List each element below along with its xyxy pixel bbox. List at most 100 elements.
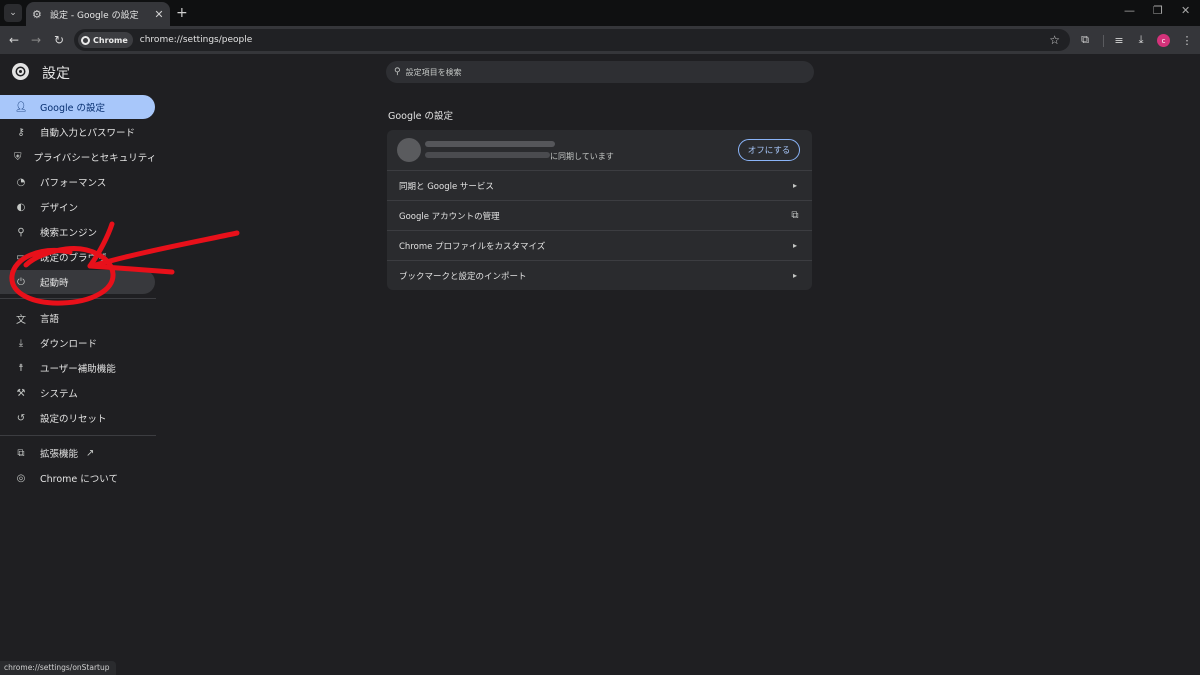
row-manage-account[interactable]: Google アカウントの管理 ⧉ [387,200,812,230]
row-customize-profile[interactable]: Chrome プロファイルをカスタマイズ ▸ [387,230,812,260]
sidebar-item-label: 設定のリセット [40,414,107,425]
palette-icon: ◐ [16,201,26,213]
status-bar-url: chrome://settings/onStartup [0,661,116,675]
minimize-button[interactable]: — [1124,4,1135,17]
plus-icon: + [176,5,188,21]
sidebar-item-languages[interactable]: 文 言語 [0,306,155,330]
search-input[interactable] [405,67,786,77]
sidebar-item-default-browser[interactable]: ▭ 既定のブラウザ [0,245,155,269]
downloads-button[interactable]: ⤓ [1132,31,1150,49]
playlist-icon: ≡ [1114,33,1124,47]
sidebar-divider [0,435,156,436]
chevron-right-icon: ▸ [792,271,797,280]
arrow-left-icon: ← [8,33,20,47]
account-avatar [397,138,421,162]
close-icon[interactable]: ✕ [152,8,166,21]
site-info-chip[interactable]: Chrome [78,32,133,48]
menu-button[interactable]: ⋮ [1178,31,1196,49]
settings-search: ⚲ [386,61,814,83]
star-icon[interactable]: ☆ [1049,33,1060,47]
more-vert-icon: ⋮ [1181,33,1193,47]
person-icon: 👤︎ [14,101,28,113]
sidebar-item-label: ユーザー補助機能 [40,364,116,375]
download-icon: ⤓ [1138,33,1144,46]
sidebar-item-label: システム [40,389,78,400]
sidebar-item-label: Google の設定 [40,103,106,114]
new-tab-button[interactable]: + [176,4,188,22]
row-label: ブックマークと設定のインポート [399,271,527,282]
sidebar-item-label: パフォーマンス [40,178,107,189]
sidebar-item-label: ダウンロード [40,339,98,350]
sidebar-item-performance[interactable]: ◔ パフォーマンス [0,170,155,194]
sidebar-item-google-settings[interactable]: 👤︎ Google の設定 [0,95,155,119]
sidebar-item-label: Chrome について [40,474,118,485]
sidebar-item-label: 自動入力とパスワード [40,128,136,139]
page-title: 設定 [42,66,70,82]
sidebar-item-downloads[interactable]: ⤓ ダウンロード [0,331,155,355]
accessibility-icon: ☨ [18,362,24,374]
sidebar-item-search-engine[interactable]: ⚲ 検索エンジン [0,220,155,244]
red-annotation [9,221,240,306]
speedometer-icon: ◔ [16,176,26,188]
external-link-icon: ⧉ [791,210,799,221]
address-bar[interactable]: Chrome chrome://settings/people ☆ [74,29,1070,51]
arrow-right-icon: → [30,33,42,47]
sidebar-item-label: プライバシーとセキュリティ [33,153,157,164]
sidebar-item-label: デザイン [40,203,79,214]
row-import-bookmarks[interactable]: ブックマークと設定のインポート ▸ [387,260,812,290]
row-label: 同期と Google サービス [399,181,494,192]
reading-list-button[interactable]: ≡ [1110,31,1128,49]
reset-icon: ↺ [16,412,26,424]
sidebar-item-label: 既定のブラウザ [40,253,107,264]
power-icon: ⏻ [17,276,25,288]
row-sync-services[interactable]: 同期と Google サービス ▸ [387,170,812,200]
sidebar-item-privacy[interactable]: ⛨ プライバシーとセキュリティ [0,145,157,169]
search-icon: ⚲ [394,67,401,77]
sidebar-item-label: 拡張機能 [40,449,79,460]
search-icon: ⚲ [17,226,25,238]
puzzle-icon: ⧉ [17,447,25,459]
chevron-down-icon: ⌄ [9,8,17,18]
toolbar-divider [1103,35,1104,47]
turn-off-sync-button[interactable]: オフにする [738,139,800,161]
sidebar-item-on-startup[interactable]: ⏻ 起動時 [0,270,155,294]
back-button[interactable]: ← [5,31,23,49]
url-text[interactable]: chrome://settings/people [140,35,1049,45]
extensions-button[interactable]: ⧉ [1076,31,1094,49]
chevron-right-icon: ▸ [792,241,797,250]
sidebar-item-accessibility[interactable]: ☨ ユーザー補助機能 [0,356,155,380]
sidebar-item-system[interactable]: ⚒ システム [0,381,155,405]
maximize-button[interactable]: ❐ [1153,4,1163,17]
chrome-logo-icon [12,63,29,80]
tab-strip: ⌄ ⚙ 設定 - Google の設定 ✕ + — ❐ ✕ [0,0,1200,26]
sidebar-item-extensions[interactable]: ⧉ 拡張機能 ↗ [0,441,155,465]
forward-button[interactable]: → [27,31,45,49]
row-label: Chrome プロファイルをカスタマイズ [399,241,546,252]
puzzle-icon: ⧉ [1081,33,1089,46]
toolbar: ← → ↻ Chrome chrome://settings/people ☆ … [0,26,1200,54]
reload-icon: ↻ [53,33,65,47]
tab-settings[interactable]: ⚙ 設定 - Google の設定 ✕ [26,2,170,26]
window-close-button[interactable]: ✕ [1181,4,1190,17]
profile-avatar[interactable]: c [1157,34,1170,47]
section-title: Google の設定 [388,111,454,122]
external-link-icon: ↗ [86,447,95,459]
sidebar-item-reset[interactable]: ↺ 設定のリセット [0,406,155,430]
sidebar-item-about-chrome[interactable]: ◎ Chrome について [0,466,155,490]
account-name-redacted [425,141,555,147]
sidebar-item-label: 言語 [40,314,60,325]
key-icon: ⚷ [17,126,25,138]
sidebar-divider [0,298,156,299]
gear-icon: ⚙ [32,7,42,21]
chevron-right-icon: ▸ [792,181,797,190]
reload-button[interactable]: ↻ [50,31,68,49]
wrench-icon: ⚒ [16,387,26,399]
sidebar-item-label: 起動時 [40,278,69,289]
sidebar-item-appearance[interactable]: ◐ デザイン [0,195,155,219]
tab-search-button[interactable]: ⌄ [4,4,22,22]
translate-icon: 文 [16,314,26,326]
google-settings-card: に同期しています オフにする 同期と Google サービス ▸ Google … [387,130,812,290]
sidebar-item-label: 検索エンジン [40,228,98,239]
sidebar-item-autofill[interactable]: ⚷ 自動入力とパスワード [0,120,155,144]
account-row: に同期しています オフにする [387,130,812,170]
